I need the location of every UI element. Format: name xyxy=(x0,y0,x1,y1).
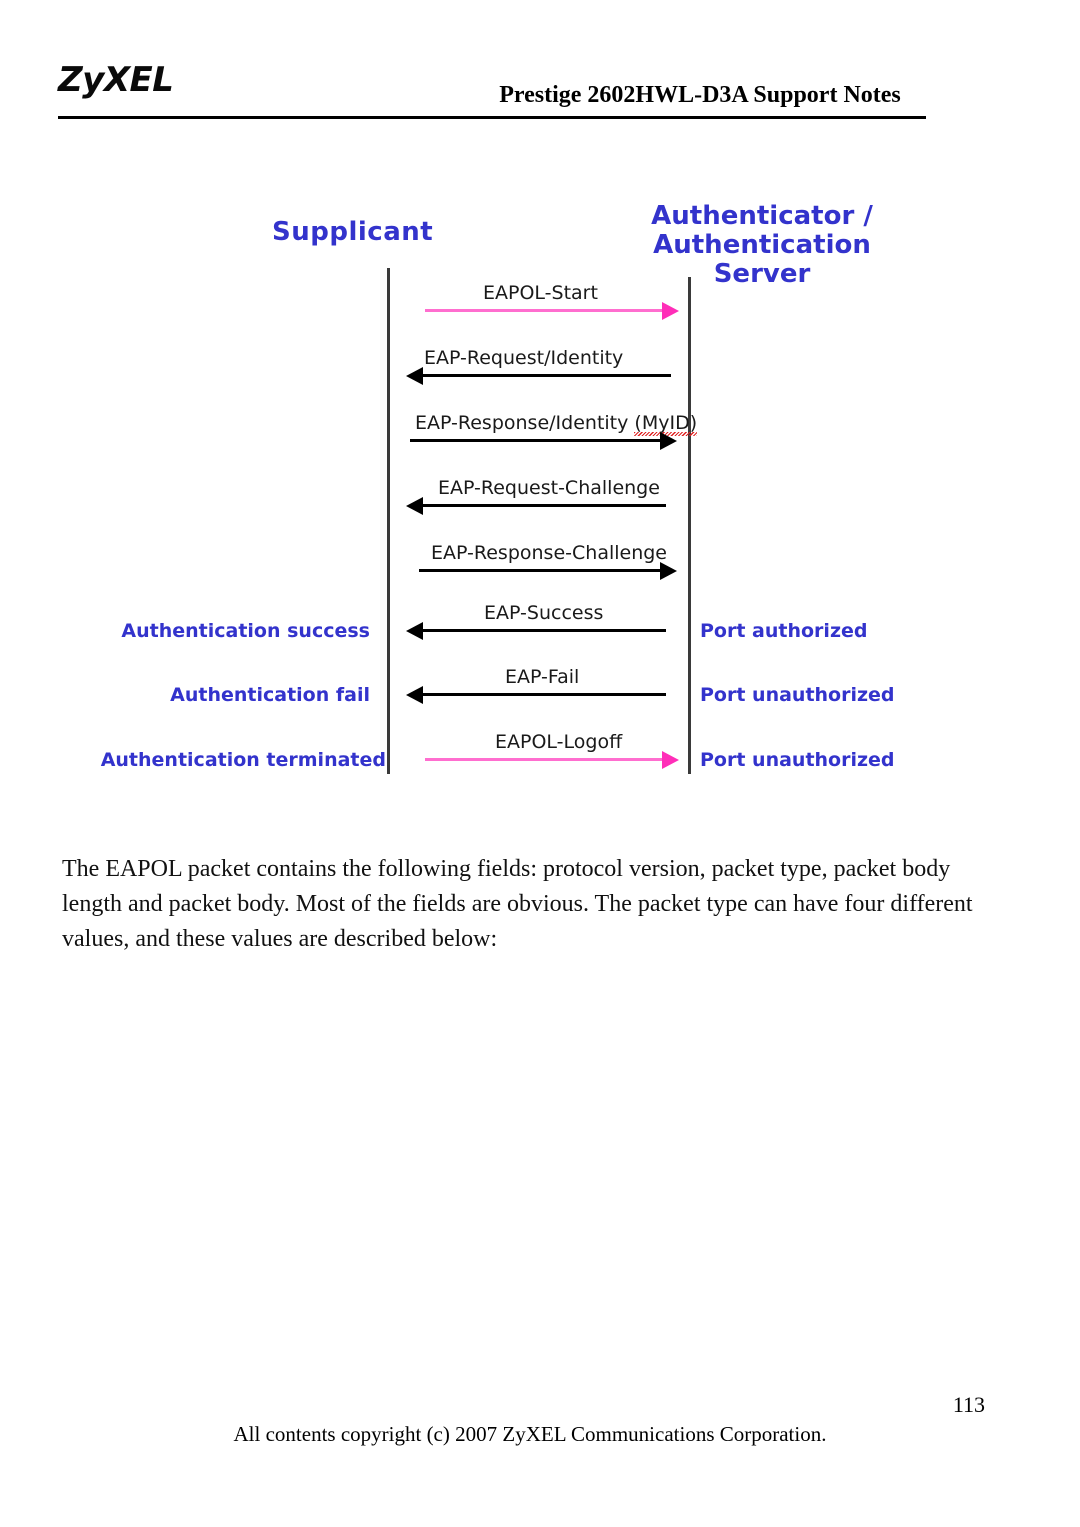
arrowhead-left-icon xyxy=(406,686,423,704)
message-label-eapol-logoff: EAPOL-Logoff xyxy=(495,731,623,753)
message-arrow-eap-fail xyxy=(423,693,666,696)
page-title: Prestige 2602HWL-D3A Support Notes xyxy=(499,82,901,108)
message-label-eap-response-identity-text: EAP-Response/Identity xyxy=(415,412,635,434)
message-arrow-eapol-start xyxy=(425,309,668,312)
message-label-myid-misspelled: (MyID) xyxy=(634,412,698,436)
page-number: 113 xyxy=(952,1392,985,1417)
role-title-supplicant: Supplicant xyxy=(272,217,434,247)
message-label-eap-fail: EAP-Fail xyxy=(505,666,580,688)
message-arrow-eapol-logoff xyxy=(425,758,668,761)
body-paragraph: The EAPOL packet contains the following … xyxy=(62,856,973,952)
role-title-authenticator: Authenticator / Authentication Server xyxy=(617,201,907,290)
lifeline-supplicant xyxy=(387,268,390,774)
message-label-eap-request-challenge: EAP-Request-Challenge xyxy=(438,477,660,499)
page-header: ZyXEL Prestige 2602HWL-D3A Support Notes xyxy=(0,0,1080,130)
lifeline-authenticator xyxy=(688,277,691,774)
zyxel-logo: ZyXEL xyxy=(58,60,174,100)
arrowhead-left-icon xyxy=(406,622,423,640)
footer-copyright: All contents copyright (c) 2007 ZyXEL Co… xyxy=(233,1422,827,1446)
eapol-sequence-diagram: Supplicant Authenticator / Authenticatio… xyxy=(0,180,1080,800)
state-label-port-unauthorized-fail: Port unauthorized xyxy=(700,684,895,706)
message-arrow-eap-response-challenge xyxy=(419,569,662,572)
message-label-eap-request-identity: EAP-Request/Identity xyxy=(424,347,624,369)
role-title-authenticator-line2: Authentication Server xyxy=(653,230,871,290)
arrowhead-left-icon xyxy=(406,367,423,385)
state-label-authentication-success: Authentication success xyxy=(121,620,370,642)
message-label-eap-response-challenge: EAP-Response-Challenge xyxy=(431,542,667,564)
header-divider xyxy=(58,116,926,119)
arrowhead-right-icon xyxy=(662,302,679,320)
arrowhead-right-icon xyxy=(662,751,679,769)
message-arrow-eap-request-challenge xyxy=(423,504,666,507)
role-title-authenticator-line1: Authenticator / xyxy=(651,201,873,231)
state-label-port-authorized: Port authorized xyxy=(700,620,868,642)
arrowhead-right-icon xyxy=(660,562,677,580)
state-label-authentication-terminated: Authentication terminated xyxy=(100,749,386,771)
message-label-eapol-start: EAPOL-Start xyxy=(483,282,598,304)
message-arrow-eap-success xyxy=(423,629,666,632)
arrowhead-left-icon xyxy=(406,497,423,515)
message-arrow-eap-response-identity xyxy=(410,439,662,442)
message-arrow-eap-request-identity xyxy=(423,374,671,377)
state-label-port-unauthorized-logoff: Port unauthorized xyxy=(700,749,895,771)
state-label-authentication-fail: Authentication fail xyxy=(170,684,370,706)
arrowhead-right-icon xyxy=(660,432,677,450)
message-label-eap-success: EAP-Success xyxy=(484,602,604,624)
message-label-eap-response-identity: EAP-Response/Identity (MyID) xyxy=(415,412,698,436)
